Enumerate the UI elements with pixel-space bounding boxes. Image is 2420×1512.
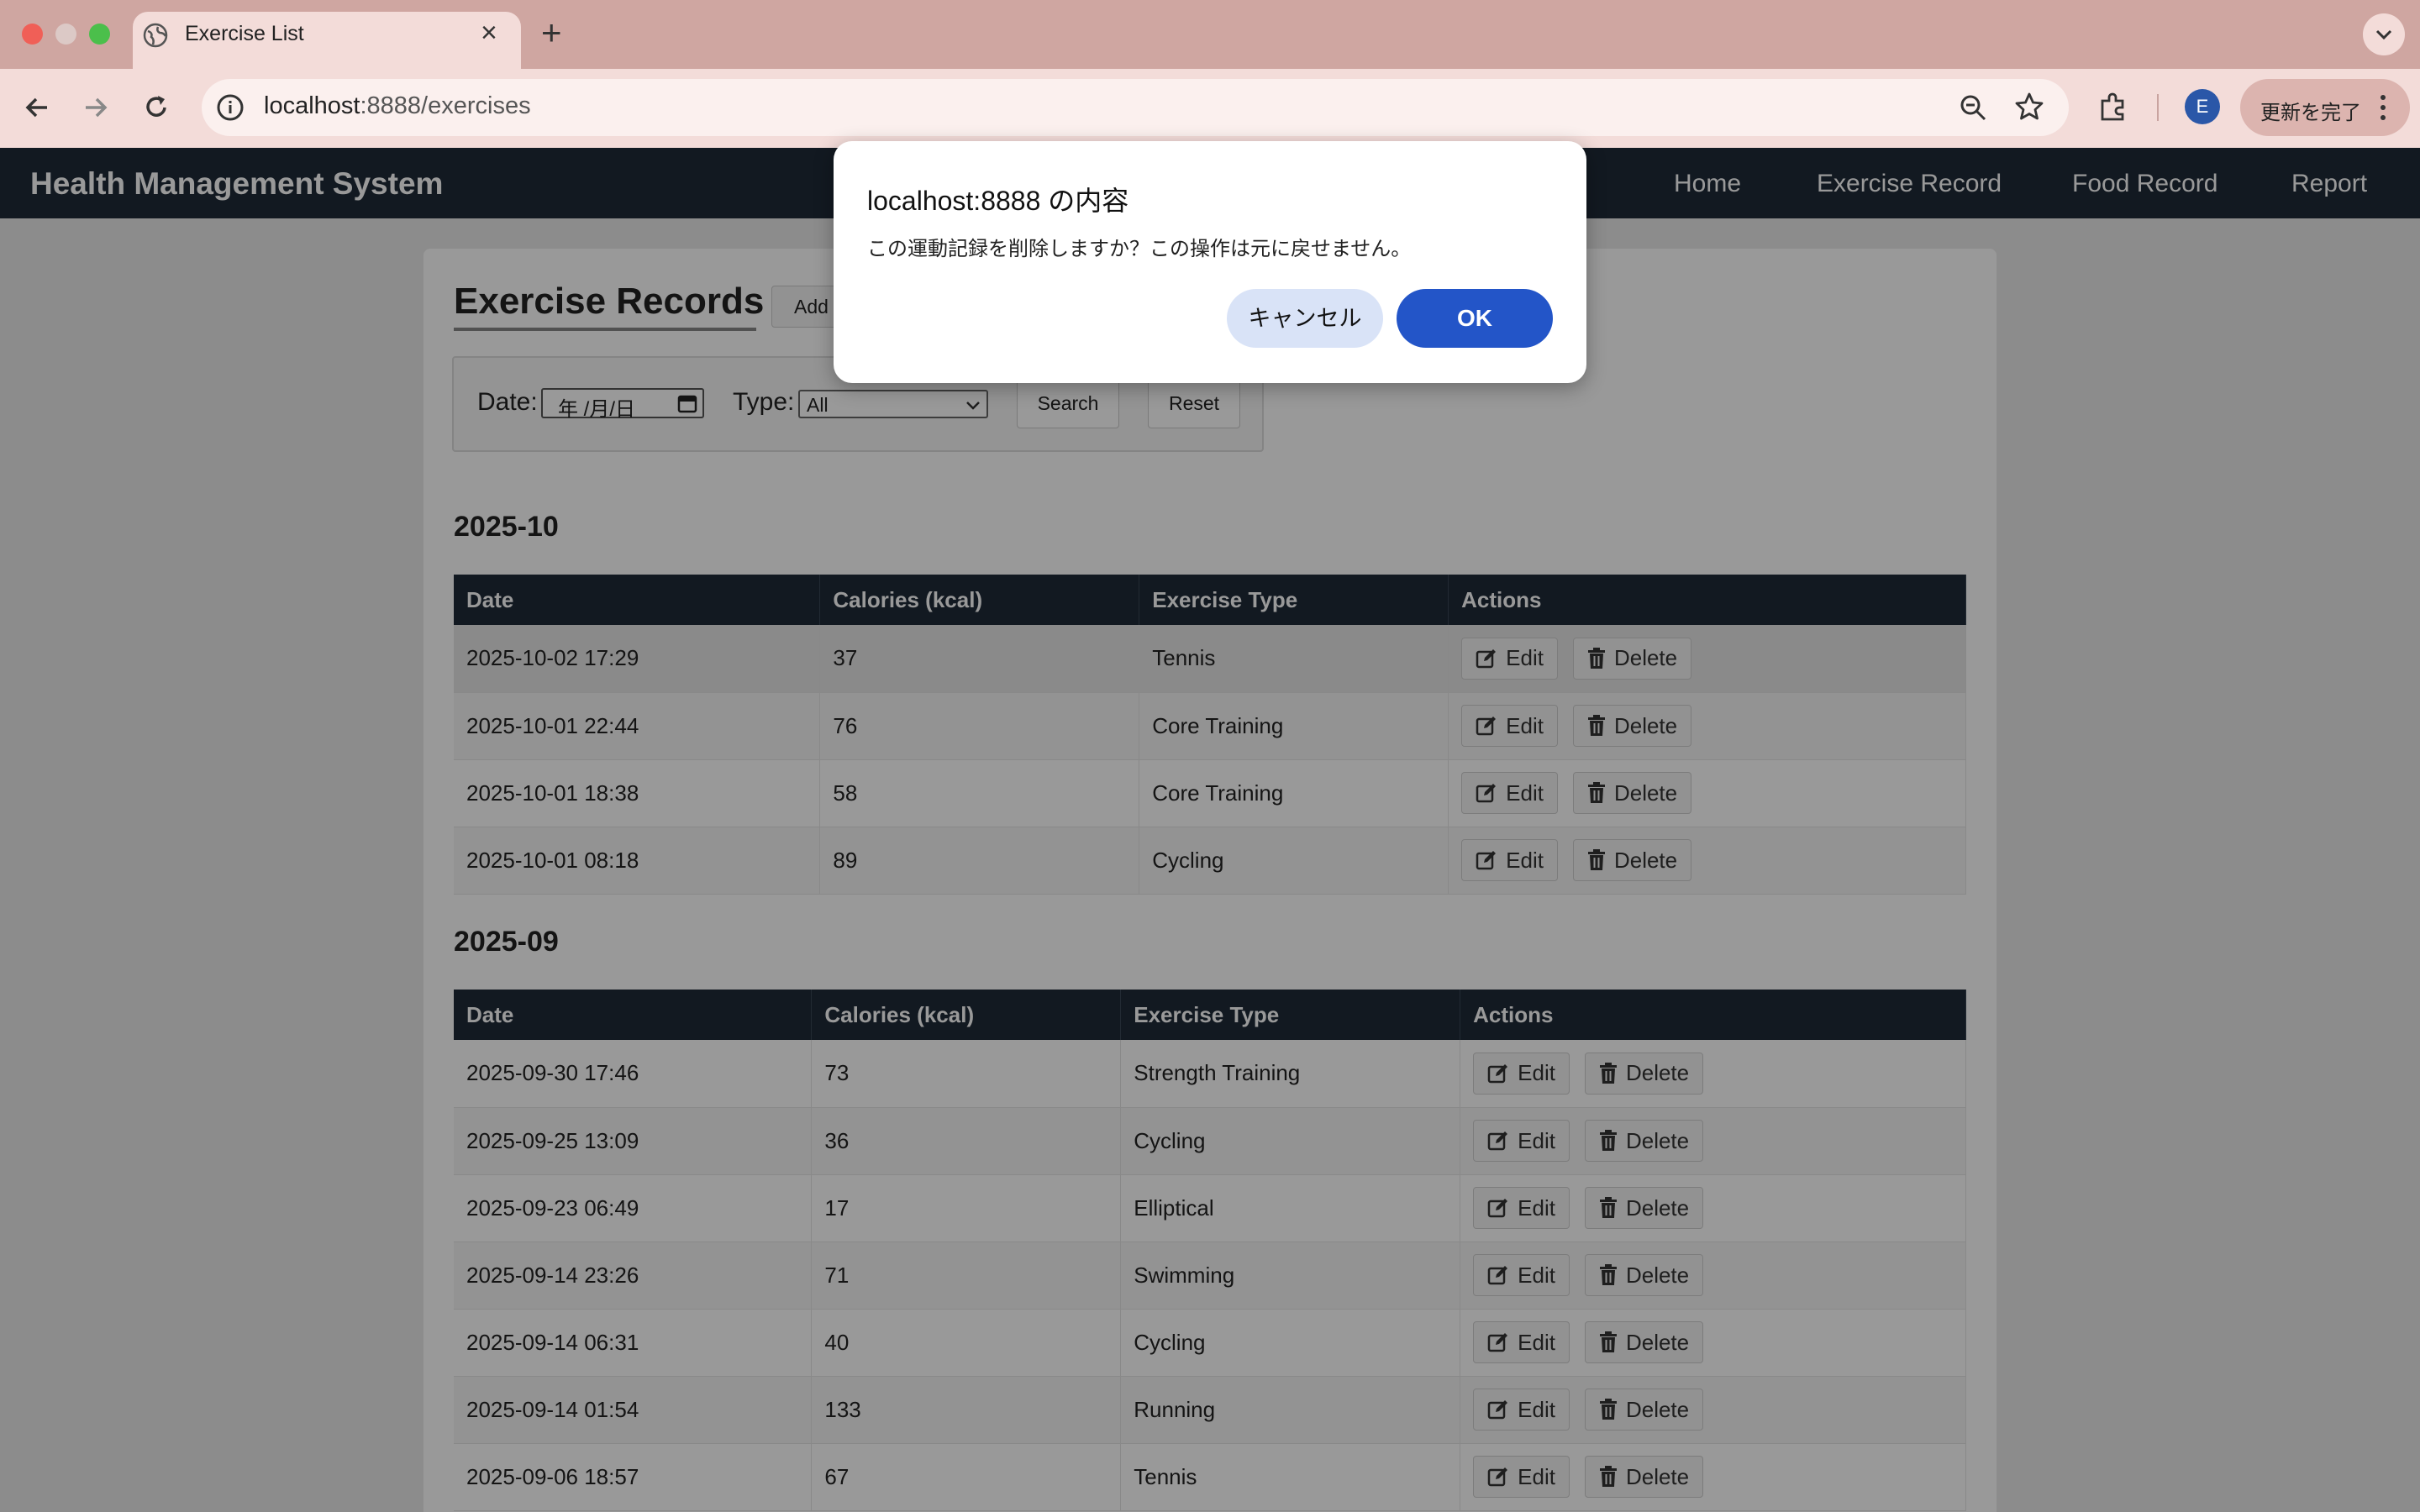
chevron-down-icon bbox=[2375, 29, 2392, 40]
tab-title: Exercise List bbox=[185, 22, 304, 45]
dialog-cancel-label: キャンセル bbox=[1248, 306, 1362, 331]
toolbar-separator bbox=[2157, 94, 2159, 121]
forward-icon[interactable] bbox=[79, 91, 113, 124]
dialog-title: localhost:8888 の内容 bbox=[867, 186, 1129, 216]
dialog-ok-button[interactable]: OK bbox=[1397, 289, 1553, 348]
tab-close-icon[interactable]: × bbox=[481, 18, 497, 47]
globe-icon bbox=[143, 23, 168, 48]
tab-search-button[interactable] bbox=[2363, 13, 2405, 55]
url-text[interactable]: localhost:8888/exercises bbox=[264, 92, 531, 120]
dialog-ok-label: OK bbox=[1457, 305, 1492, 331]
dialog-cancel-button[interactable]: キャンセル bbox=[1227, 289, 1383, 348]
more-menu-icon[interactable] bbox=[2376, 92, 2390, 123]
update-button-label: 更新を完了 bbox=[2260, 102, 2361, 124]
profile-avatar[interactable]: E bbox=[2185, 89, 2220, 124]
reload-icon[interactable] bbox=[139, 91, 173, 124]
minimize-window-button[interactable] bbox=[55, 24, 76, 45]
bookmark-star-icon[interactable] bbox=[2013, 91, 2045, 123]
zoom-window-button[interactable] bbox=[89, 24, 110, 45]
site-info-icon[interactable] bbox=[215, 92, 245, 123]
zoom-icon[interactable] bbox=[1958, 92, 1988, 123]
dialog-message: この運動記録を削除しますか？この操作は元に戻せません。 bbox=[867, 238, 1412, 260]
close-window-button[interactable] bbox=[22, 24, 43, 45]
new-tab-icon[interactable]: + bbox=[541, 15, 562, 50]
extensions-icon[interactable] bbox=[2097, 91, 2129, 123]
back-icon[interactable] bbox=[20, 91, 54, 124]
